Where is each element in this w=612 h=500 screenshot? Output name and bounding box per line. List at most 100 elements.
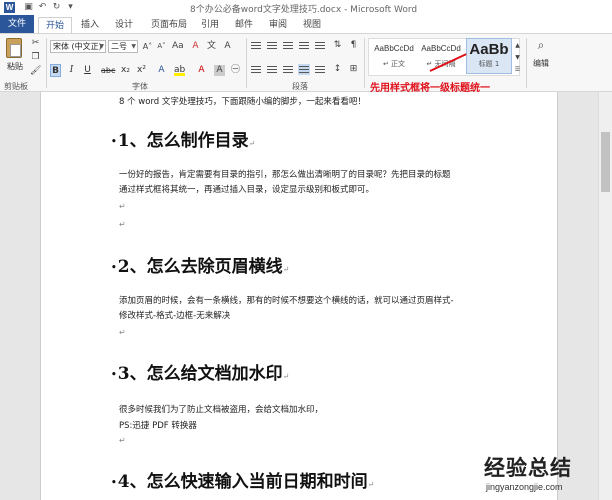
group-separator	[246, 38, 247, 88]
font-size-combo[interactable]: 二号 ▼	[108, 40, 138, 53]
heading-1: •1、怎么制作目录↵	[111, 131, 256, 151]
style-sample: AaBbCcDd	[374, 44, 414, 53]
paragraph-mark: ↵	[119, 436, 126, 445]
clipboard-group-label: 剪贴板	[4, 82, 28, 91]
paragraph-group-label: 段落	[292, 82, 308, 91]
justify-icon[interactable]	[298, 64, 310, 75]
heading-3: •3、怎么给文档加水印↵	[111, 364, 290, 384]
scrollbar-thumb[interactable]	[601, 132, 610, 192]
clear-formatting-icon[interactable]: A	[190, 41, 201, 52]
heading-text: 2、怎么去除页眉横线	[117, 257, 283, 277]
heading-4: •4、怎么快速输入当前日期和时间↵	[111, 472, 375, 492]
subscript-button[interactable]: x₂	[120, 64, 131, 77]
style-name: ↵ 正文	[382, 60, 406, 68]
align-center-icon[interactable]	[266, 64, 278, 75]
heading-text: 3、怎么给文档加水印	[117, 364, 283, 384]
decrease-indent-icon[interactable]	[298, 40, 310, 51]
body-line: 修改样式-格式-边框-无来解决	[119, 311, 231, 321]
heading-text: 4、怎么快速输入当前日期和时间	[117, 472, 368, 492]
align-left-icon[interactable]	[250, 64, 262, 75]
tab-view[interactable]: 视图	[298, 17, 326, 33]
chevron-down-icon[interactable]: ▼	[512, 52, 523, 63]
style-sample: AaBb	[469, 41, 509, 58]
tab-file[interactable]: 文件	[0, 15, 34, 33]
vertical-scrollbar[interactable]	[598, 92, 612, 500]
watermark-main: 经验总结	[484, 456, 572, 480]
change-case-icon[interactable]: Aa	[172, 41, 184, 52]
editing-button[interactable]: 编辑	[530, 58, 552, 69]
heading-2: •2、怎么去除页眉横线↵	[111, 257, 290, 277]
heading-text: 1、怎么制作目录	[117, 131, 249, 151]
paragraph-mark: ↵	[119, 328, 126, 337]
borders-icon[interactable]: ⊞	[348, 64, 359, 75]
line-spacing-icon[interactable]: ↕	[332, 64, 343, 75]
font-size-value: 二号	[111, 42, 127, 51]
undo-icon[interactable]: ↶	[36, 1, 49, 14]
group-separator	[526, 38, 527, 88]
tab-review[interactable]: 审阅	[264, 17, 292, 33]
bold-button[interactable]: B	[50, 64, 61, 77]
align-right-icon[interactable]	[282, 64, 294, 75]
numbering-icon[interactable]	[266, 40, 278, 51]
ribbon: 粘贴 ✂ ❐ 🖌 剪贴板 宋体 (中文正) ▼ 二号 ▼ A˄ A˅ Aa A …	[0, 33, 612, 92]
increase-indent-icon[interactable]	[314, 40, 326, 51]
enclose-characters-icon[interactable]: ㊀	[230, 65, 241, 76]
show-marks-icon[interactable]: ¶	[348, 40, 359, 51]
body-line: 添加页眉的时候，会有一条横线，那有的时候不想要这个横线的话，就可以通过页眉样式-	[119, 296, 454, 306]
tab-insert[interactable]: 插入	[76, 17, 104, 33]
grow-font-icon[interactable]: A˄	[142, 41, 153, 52]
save-icon[interactable]: ▣	[22, 1, 35, 14]
site-watermark: 经验总结 jingyanzongjie.com	[484, 452, 610, 498]
tab-design[interactable]: 设计	[110, 17, 138, 33]
tab-mailings[interactable]: 邮件	[230, 17, 258, 33]
chevron-down-icon: ▼	[131, 43, 136, 50]
more-styles-icon[interactable]: ☰	[512, 64, 523, 75]
paragraph-mark: ↵	[119, 202, 126, 211]
tab-page-layout[interactable]: 页面布局	[146, 17, 192, 33]
underline-button[interactable]: U	[82, 64, 93, 77]
group-separator	[364, 38, 365, 88]
window-title: 8个办公必备word文字处理技巧.docx - Microsoft Word	[190, 5, 418, 15]
shrink-font-icon[interactable]: A˅	[156, 41, 167, 52]
superscript-button[interactable]: x²	[136, 64, 147, 77]
find-icon[interactable]: ⌕	[534, 39, 548, 54]
tab-references[interactable]: 引用	[196, 17, 224, 33]
font-group-label: 字体	[132, 82, 148, 91]
strikethrough-button[interactable]: abc	[100, 64, 116, 77]
character-shading-icon[interactable]: A	[214, 65, 225, 76]
style-heading-1[interactable]: AaBb 标题 1	[466, 38, 512, 74]
body-line: PS:迅捷 PDF 转换器	[119, 421, 197, 431]
bullets-icon[interactable]	[250, 40, 262, 51]
redo-icon[interactable]: ↻	[50, 1, 63, 14]
tab-home[interactable]: 开始	[38, 17, 72, 33]
phonetic-guide-icon[interactable]: 文	[206, 41, 217, 52]
style-name: 标题 1	[478, 60, 500, 68]
ribbon-tab-bar: 文件 开始 插入 设计 页面布局 引用 邮件 审阅 视图	[0, 15, 612, 33]
title-bar: W ▣ ↶ ↻ ▾ 8个办公必备word文字处理技巧.docx - Micros…	[0, 0, 612, 15]
intro-text: 8 个 word 文字处理技巧，下面跟随小编的脚步，一起来看看吧！	[119, 97, 366, 107]
body-line: 通过样式框将其统一，再通过插入目录，设定显示级别和板式即可。	[119, 185, 375, 195]
paste-icon[interactable]	[6, 38, 22, 58]
paragraph-mark: ↵	[119, 220, 126, 229]
document-page[interactable]: 8 个 word 文字处理技巧，下面跟随小编的脚步，一起来看看吧！ •1、怎么制…	[40, 92, 558, 500]
cut-icon[interactable]: ✂	[30, 38, 41, 49]
style-normal[interactable]: AaBbCcDd ↵ 正文	[370, 38, 418, 74]
chevron-up-icon[interactable]: ▲	[512, 40, 523, 51]
text-effects-icon[interactable]: A	[156, 65, 167, 76]
distributed-icon[interactable]	[314, 64, 326, 75]
italic-button[interactable]: I	[66, 64, 77, 77]
sort-icon[interactable]: ⇅	[332, 40, 343, 51]
paste-button-label[interactable]: 粘贴	[4, 61, 26, 72]
chevron-down-icon: ▼	[99, 43, 104, 50]
font-color-icon[interactable]: A	[196, 65, 207, 76]
copy-icon[interactable]: ❐	[30, 52, 41, 63]
highlight-color-icon[interactable]: ab	[174, 65, 185, 76]
format-painter-icon[interactable]: 🖌	[30, 66, 41, 77]
font-name-combo[interactable]: 宋体 (中文正) ▼	[50, 40, 106, 53]
font-name-value: 宋体 (中文正)	[53, 42, 102, 51]
character-border-icon[interactable]: A	[222, 41, 233, 52]
body-line: 一份好的报告，肯定需要有目录的指引，那怎么做出清晰明了的目录呢？先把目录的标题	[119, 170, 451, 180]
word-app-icon: W	[4, 2, 15, 13]
multilevel-list-icon[interactable]	[282, 40, 294, 51]
customize-quick-access-icon[interactable]: ▾	[64, 1, 77, 14]
